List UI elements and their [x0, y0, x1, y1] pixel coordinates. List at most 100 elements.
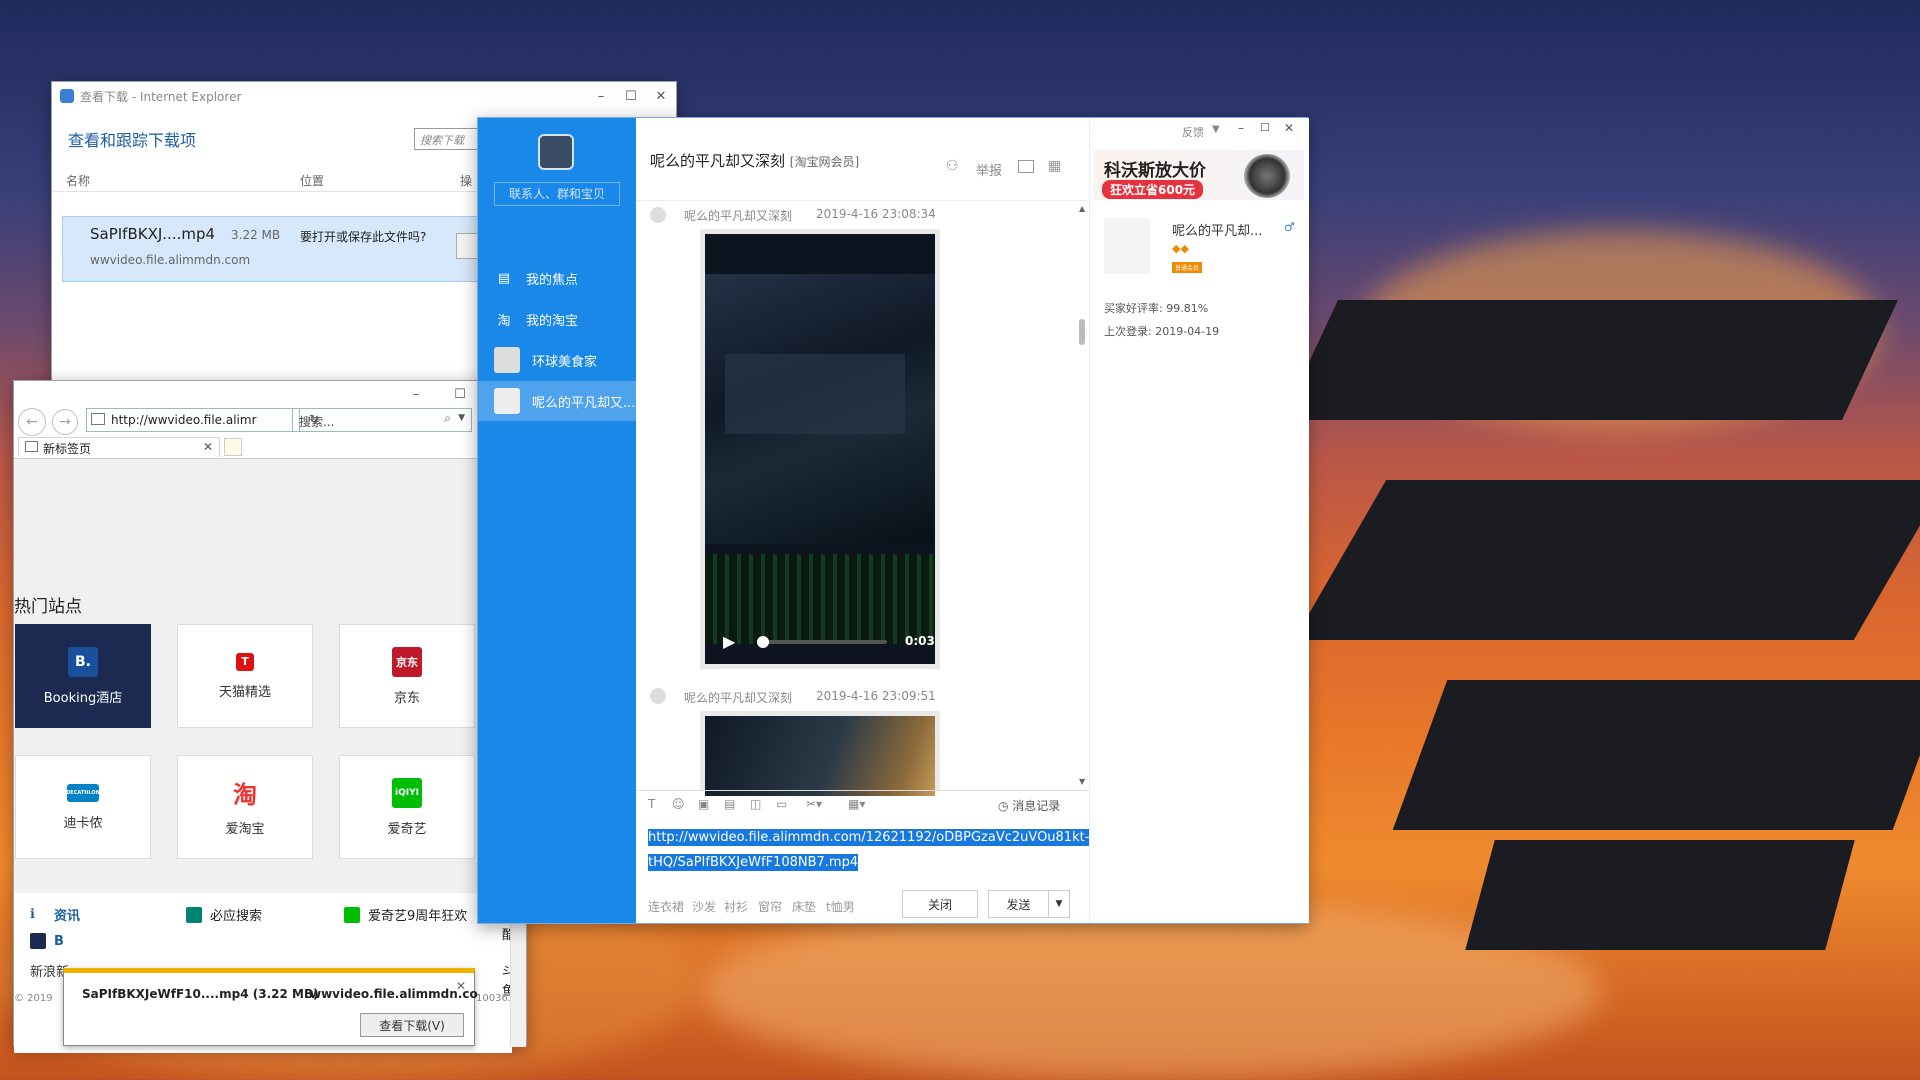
back-button[interactable]: ← — [18, 408, 46, 436]
message-input[interactable]: http://wwvideo.file.alimmdn.com/12621192… — [648, 825, 1090, 875]
tile-label: 京东 — [393, 690, 420, 706]
report-button[interactable]: 举报 — [976, 160, 1002, 179]
search-icon[interactable]: ⌕ — [444, 411, 451, 426]
send-button[interactable]: 发送 — [988, 890, 1048, 918]
quick-reply-icon[interactable]: ▭ — [776, 797, 787, 811]
scroll-up-icon[interactable]: ▲ — [1079, 204, 1085, 213]
close-button[interactable]: ✕ — [1284, 121, 1294, 135]
minimize-button[interactable]: – — [1238, 121, 1244, 135]
quick-tag[interactable]: 连衣裙 — [648, 898, 684, 915]
sidebar-item-focus[interactable]: ▤ 我的焦点 — [478, 258, 636, 298]
jd-logo-icon: 京东 — [392, 646, 422, 677]
emoji-icon[interactable]: ☺ — [672, 797, 685, 811]
close-chat-button[interactable]: 关闭 — [902, 890, 978, 918]
image-icon[interactable]: ▣ — [698, 797, 709, 811]
progress-handle[interactable] — [757, 636, 769, 648]
history-button[interactable]: ◷ 消息记录 — [998, 797, 1060, 814]
quick-tag[interactable]: 窗帘 — [758, 898, 782, 915]
chevron-down-icon[interactable]: ▼ — [458, 413, 465, 423]
avatar[interactable] — [538, 134, 574, 170]
notif-filename: SaPIfBKXJeWfF10....mp4 (3.22 MB) — [82, 987, 319, 1001]
profile-name: 呢么的平凡却... — [1172, 224, 1263, 239]
buyer-rate: 买家好评率: 99.81% — [1104, 302, 1209, 315]
tile-iqiyi[interactable]: iQIYI 爱奇艺 — [339, 755, 475, 859]
new-tab-button[interactable] — [224, 438, 242, 456]
contact-search-input[interactable]: 联系人、群和宝贝 — [494, 182, 620, 206]
close-tab-icon[interactable]: ✕ — [203, 440, 213, 454]
tile-label: 迪卡侬 — [63, 815, 103, 831]
video-duration: 0:03 — [905, 634, 935, 648]
address-bar[interactable]: http://wwvideo.file.alimr ↻ — [86, 408, 319, 432]
sender-avatar — [650, 688, 666, 704]
column-location[interactable]: 位置 — [300, 172, 324, 189]
title-bar: 查看下载 - Internet Explorer — [52, 82, 676, 110]
message-sender: 呢么的平凡却又深刻 — [684, 209, 793, 223]
ad-banner[interactable]: 科沃斯放大价 狂欢立省600元 — [1094, 150, 1304, 200]
keyboard-image — [705, 554, 935, 644]
screenshot-icon[interactable]: ◫ — [750, 797, 761, 811]
maximize-button[interactable]: ☐ — [616, 84, 646, 108]
tile-jd[interactable]: 京东 京东 — [339, 624, 475, 728]
menu-icon[interactable]: ▼ — [1212, 124, 1220, 135]
video-progress[interactable] — [757, 636, 887, 648]
play-icon[interactable]: ▶ — [723, 632, 735, 651]
tile-tmall[interactable]: T 天猫精选 — [177, 624, 313, 728]
font-icon[interactable]: T — [648, 797, 655, 811]
view-downloads-button[interactable]: 查看下载(V) — [360, 1013, 464, 1037]
sidebar-item-contact[interactable]: 环球美食家 — [478, 340, 636, 380]
sidebar-item-taobao[interactable]: 淘 我的淘宝 — [478, 299, 636, 339]
news-link[interactable]: B — [30, 933, 64, 949]
message-time: 2019-4-16 23:08:34 — [816, 207, 936, 221]
tile-decathlon[interactable]: DECATHLON 迪卡侬 — [15, 755, 151, 859]
tile-label: Booking酒店 — [43, 690, 123, 706]
close-button[interactable]: ✕ — [646, 84, 676, 108]
search-placeholder: 搜索... — [299, 415, 335, 429]
tab-new[interactable]: 新标签页 ✕ — [18, 437, 220, 457]
window-title: 查看下载 - Internet Explorer — [80, 89, 242, 104]
news-link[interactable]: ℹ 资讯 — [30, 905, 80, 925]
video-message[interactable]: ▶ 0:03 — [700, 229, 940, 669]
taobao-icon: 淘 — [497, 313, 511, 329]
quick-tag[interactable]: 床垫 — [792, 898, 816, 915]
cut-icon[interactable]: ✂▾ — [806, 797, 822, 811]
bottom-bar: 连衣裙 沙发 衬衫 窗帘 床垫 t恤男 关闭 发送 ▼ — [636, 884, 1089, 920]
quick-tag[interactable]: t恤男 — [826, 898, 855, 915]
file-icon[interactable]: ▤ — [724, 797, 735, 811]
maximize-button[interactable]: ☐ — [438, 382, 482, 406]
sidebar-item-contact-active[interactable]: 呢么的平凡却又... — [478, 381, 636, 421]
video-message[interactable] — [700, 711, 940, 796]
tile-aitaobao[interactable]: 淘 爱淘宝 — [177, 755, 313, 859]
download-row[interactable]: SaPIfBKXJ....mp4 3.22 MB wwvideo.file.al… — [62, 216, 486, 282]
tab-label: 新标签页 — [43, 442, 92, 456]
search-input[interactable]: 搜索... ⌕ ▼ — [292, 408, 472, 432]
close-icon[interactable]: ✕ — [456, 979, 466, 993]
share-icon[interactable] — [1018, 160, 1034, 173]
table-icon[interactable]: ▦▾ — [848, 797, 865, 811]
iqiyi-link[interactable]: 爱奇艺9周年狂欢 — [344, 905, 467, 924]
scrollbar-thumb[interactable] — [1079, 319, 1085, 345]
message-sender: 呢么的平凡却又深刻 — [684, 691, 793, 705]
apps-icon[interactable]: ▦ — [1048, 158, 1061, 174]
news-icon: ℹ — [30, 906, 35, 922]
bing-icon — [186, 906, 202, 923]
ad-subtitle: 狂欢立省600元 — [1102, 180, 1204, 199]
scroll-down-icon[interactable]: ▼ — [1079, 777, 1085, 786]
quick-tag[interactable]: 沙发 — [692, 898, 716, 915]
forward-button[interactable]: → — [52, 409, 78, 435]
sender-avatar — [650, 207, 666, 223]
chat-scrollbar[interactable]: ▲ ▼ — [1079, 204, 1085, 786]
tile-booking[interactable]: B. Booking酒店 — [15, 624, 151, 728]
feedback-link[interactable]: 反馈 — [1182, 124, 1204, 140]
send-options-button[interactable]: ▼ — [1048, 890, 1070, 918]
maximize-button[interactable]: ☐ — [1260, 121, 1270, 134]
decathlon-logo-icon: DECATHLON — [66, 783, 100, 802]
minimize-button[interactable]: – — [394, 382, 438, 406]
bing-link[interactable]: 必应搜索 — [186, 905, 262, 924]
minimize-button[interactable]: – — [586, 84, 616, 108]
column-action[interactable]: 操 — [460, 172, 472, 189]
robot-vacuum-image — [1244, 154, 1290, 198]
quick-tag[interactable]: 衬衫 — [724, 898, 748, 915]
avatar[interactable] — [1104, 218, 1150, 274]
add-friend-icon[interactable]: ⚇ — [946, 158, 959, 174]
column-name[interactable]: 名称 — [66, 172, 90, 189]
